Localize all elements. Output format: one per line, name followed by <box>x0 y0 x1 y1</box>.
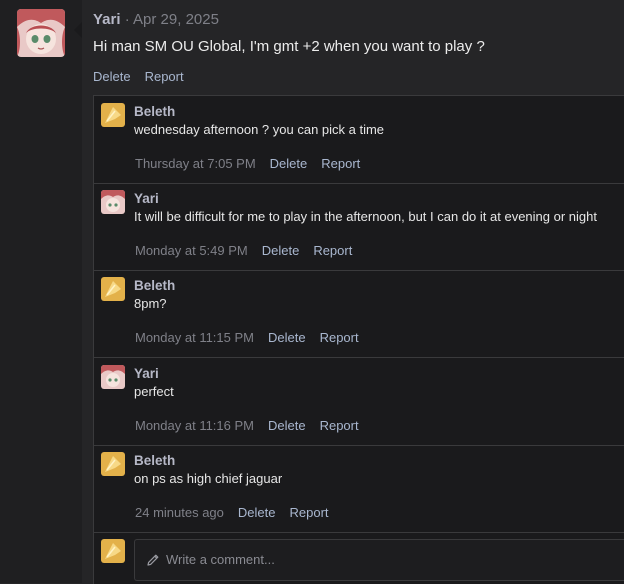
post-report-link[interactable]: Report <box>145 69 184 84</box>
comment-delete-link[interactable]: Delete <box>238 505 276 520</box>
pencil-icon <box>147 554 159 566</box>
comment-item: Beleth wednesday afternoon ? you can pic… <box>94 96 624 184</box>
yari-avatar[interactable] <box>101 190 125 214</box>
current-user-avatar[interactable] <box>101 539 125 563</box>
comment-delete-link[interactable]: Delete <box>270 156 308 171</box>
comment-meta: Monday at 11:16 PM Delete Report <box>135 418 359 433</box>
comment-report-link[interactable]: Report <box>320 330 359 345</box>
beleth-avatar[interactable] <box>101 103 125 127</box>
post-date[interactable]: Apr 29, 2025 <box>133 11 219 28</box>
beleth-avatar[interactable] <box>101 277 125 301</box>
beleth-avatar[interactable] <box>101 452 125 476</box>
post-pointer <box>74 22 82 38</box>
left-rail <box>0 0 82 583</box>
comment-item: Yari perfect Monday at 11:16 PM Delete Rep… <box>94 358 624 446</box>
post-delete-link[interactable]: Delete <box>93 69 131 84</box>
comment-item: Yari It will be difficult for me to play… <box>94 183 624 271</box>
comment-input[interactable]: Write a comment... <box>134 539 624 581</box>
comment-report-link[interactable]: Report <box>320 418 359 433</box>
comment-time[interactable]: 24 minutes ago <box>135 505 224 520</box>
comment-time[interactable]: Monday at 11:16 PM <box>135 418 254 433</box>
comment-meta: 24 minutes ago Delete Report <box>135 505 329 520</box>
comment-meta: Thursday at 7:05 PM Delete Report <box>135 156 360 171</box>
post-body: Hi man SM OU Global, I'm gmt +2 when you… <box>93 38 485 55</box>
post-header: Yari · Apr 29, 2025 <box>93 11 219 28</box>
comment-author[interactable]: Yari <box>134 191 159 206</box>
comment-time[interactable]: Monday at 11:15 PM <box>135 330 254 345</box>
comment-list: Beleth wednesday afternoon ? you can pic… <box>93 95 624 584</box>
comment-report-link[interactable]: Report <box>321 156 360 171</box>
comment-delete-link[interactable]: Delete <box>268 418 306 433</box>
yari-avatar[interactable] <box>101 365 125 389</box>
comment-text: wednesday afternoon ? you can pick a tim… <box>134 122 385 137</box>
comment-item: Beleth 8pm? Monday at 11:15 PM Delete Repo… <box>94 270 624 358</box>
comment-time[interactable]: Monday at 5:49 PM <box>135 243 248 258</box>
post-actions: Delete Report <box>93 69 198 84</box>
comment-author[interactable]: Beleth <box>134 453 175 468</box>
comment-item: Beleth on ps as high chief jaguar 24 min… <box>94 445 624 533</box>
post-author[interactable]: Yari <box>93 11 121 28</box>
comment-meta: Monday at 11:15 PM Delete Report <box>135 330 359 345</box>
user-avatar[interactable] <box>17 9 65 57</box>
comment-text: perfect <box>134 384 174 399</box>
comment-author[interactable]: Beleth <box>134 104 175 119</box>
comment-text: 8pm? <box>134 296 167 311</box>
comment-text: on ps as high chief jaguar <box>134 471 283 486</box>
comment-report-link[interactable]: Report <box>289 505 328 520</box>
comment-time[interactable]: Thursday at 7:05 PM <box>135 156 256 171</box>
comment-report-link[interactable]: Report <box>313 243 352 258</box>
comment-text: It will be difficult for me to play in t… <box>134 209 597 224</box>
comment-delete-link[interactable]: Delete <box>268 330 306 345</box>
post-separator: · <box>120 11 134 28</box>
comment-author[interactable]: Beleth <box>134 278 175 293</box>
comment-author[interactable]: Yari <box>134 366 159 381</box>
comment-delete-link[interactable]: Delete <box>262 243 300 258</box>
comment-meta: Monday at 5:49 PM Delete Report <box>135 243 352 258</box>
comment-input-placeholder: Write a comment... <box>166 552 275 567</box>
